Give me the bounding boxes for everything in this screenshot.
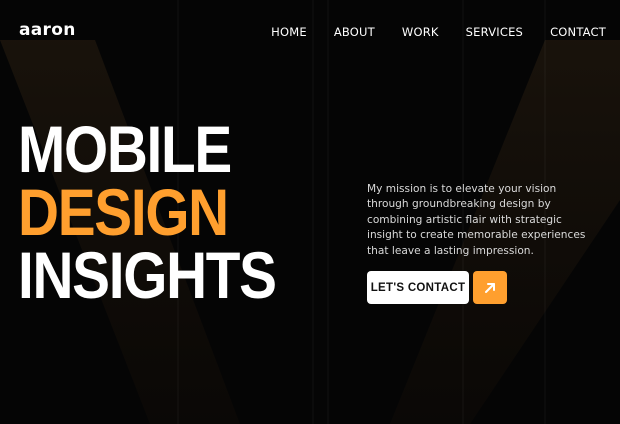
hero-heading: MOBILE DESIGN INSIGHTS [18,112,277,312]
brand-logo[interactable]: aaron [19,20,76,40]
nav-home[interactable]: HOME [271,25,307,39]
nav-contact[interactable]: CONTACT [550,25,606,39]
nav-work[interactable]: WORK [402,25,439,39]
hero-heading-line-2: DESIGN [18,175,229,249]
contact-arrow-button[interactable] [473,271,507,304]
mission-statement: My mission is to elevate your vision thr… [367,183,586,257]
nav-about[interactable]: ABOUT [334,25,375,39]
hero-heading-line-3: INSIGHTS [18,238,277,312]
hero-heading-line-1: MOBILE [18,112,232,186]
lets-contact-button[interactable]: LET'S CONTACT [367,271,469,304]
nav-services[interactable]: SERVICES [466,25,523,39]
landing-page: aaron HOME ABOUT WORK SERVICES CONTACT M… [0,0,620,424]
arrow-up-right-icon [485,282,495,293]
main-nav: HOME ABOUT WORK SERVICES CONTACT [244,25,606,39]
